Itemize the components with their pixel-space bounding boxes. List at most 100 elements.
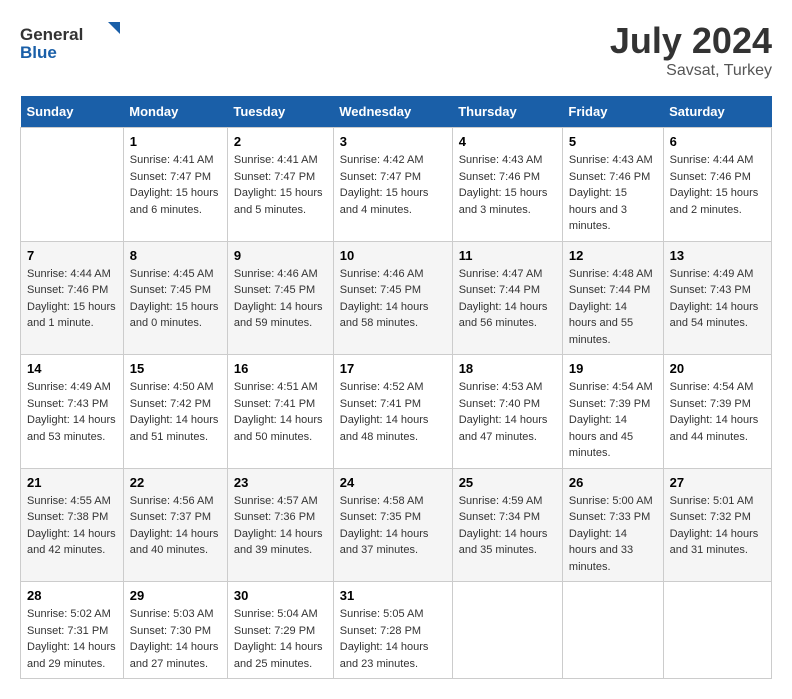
sunset-text: Sunset: 7:41 PM	[340, 398, 421, 410]
day-number: 22	[130, 475, 221, 490]
day-number: 8	[130, 248, 221, 263]
logo-svg: General Blue	[20, 20, 120, 65]
sunrise-text: Sunrise: 4:44 AM	[670, 154, 754, 166]
page-header: General Blue July 2024 Savsat, Turkey	[20, 20, 772, 80]
daylight-text: Daylight: 14 hours and 56 minutes.	[459, 301, 548, 330]
daylight-text: Daylight: 14 hours and 51 minutes.	[130, 414, 219, 443]
day-number: 15	[130, 361, 221, 376]
day-number: 2	[234, 134, 327, 149]
sunrise-text: Sunrise: 4:54 AM	[569, 381, 653, 393]
daylight-text: Daylight: 14 hours and 59 minutes.	[234, 301, 323, 330]
daylight-text: Daylight: 15 hours and 5 minutes.	[234, 187, 323, 216]
calendar-cell: 21 Sunrise: 4:55 AM Sunset: 7:38 PM Dayl…	[21, 468, 124, 582]
day-number: 4	[459, 134, 556, 149]
month-title: July 2024	[610, 20, 772, 62]
sunrise-text: Sunrise: 4:43 AM	[459, 154, 543, 166]
calendar-cell: 14 Sunrise: 4:49 AM Sunset: 7:43 PM Dayl…	[21, 355, 124, 469]
day-info: Sunrise: 4:54 AM Sunset: 7:39 PM Dayligh…	[670, 379, 765, 445]
day-number: 7	[27, 248, 117, 263]
day-info: Sunrise: 4:50 AM Sunset: 7:42 PM Dayligh…	[130, 379, 221, 445]
calendar-cell: 23 Sunrise: 4:57 AM Sunset: 7:36 PM Dayl…	[227, 468, 333, 582]
sunrise-text: Sunrise: 4:56 AM	[130, 495, 214, 507]
day-number: 20	[670, 361, 765, 376]
sunrise-text: Sunrise: 4:53 AM	[459, 381, 543, 393]
sunrise-text: Sunrise: 4:46 AM	[234, 268, 318, 280]
daylight-text: Daylight: 15 hours and 1 minute.	[27, 301, 116, 330]
day-info: Sunrise: 4:47 AM Sunset: 7:44 PM Dayligh…	[459, 266, 556, 332]
sunset-text: Sunset: 7:44 PM	[569, 284, 650, 296]
weekday-header: Thursday	[452, 96, 562, 128]
calendar-week-row: 21 Sunrise: 4:55 AM Sunset: 7:38 PM Dayl…	[21, 468, 772, 582]
sunrise-text: Sunrise: 4:42 AM	[340, 154, 424, 166]
day-info: Sunrise: 4:53 AM Sunset: 7:40 PM Dayligh…	[459, 379, 556, 445]
daylight-text: Daylight: 14 hours and 44 minutes.	[670, 414, 759, 443]
daylight-text: Daylight: 15 hours and 4 minutes.	[340, 187, 429, 216]
day-info: Sunrise: 4:44 AM Sunset: 7:46 PM Dayligh…	[670, 152, 765, 218]
sunset-text: Sunset: 7:45 PM	[340, 284, 421, 296]
calendar-cell: 18 Sunrise: 4:53 AM Sunset: 7:40 PM Dayl…	[452, 355, 562, 469]
sunset-text: Sunset: 7:44 PM	[459, 284, 540, 296]
sunrise-text: Sunrise: 4:50 AM	[130, 381, 214, 393]
calendar-cell: 3 Sunrise: 4:42 AM Sunset: 7:47 PM Dayli…	[333, 128, 452, 242]
daylight-text: Daylight: 14 hours and 23 minutes.	[340, 641, 429, 670]
calendar-week-row: 7 Sunrise: 4:44 AM Sunset: 7:46 PM Dayli…	[21, 241, 772, 355]
sunset-text: Sunset: 7:42 PM	[130, 398, 211, 410]
sunset-text: Sunset: 7:30 PM	[130, 625, 211, 637]
sunset-text: Sunset: 7:33 PM	[569, 511, 650, 523]
sunrise-text: Sunrise: 4:57 AM	[234, 495, 318, 507]
day-number: 16	[234, 361, 327, 376]
weekday-header: Friday	[562, 96, 663, 128]
sunrise-text: Sunrise: 4:41 AM	[130, 154, 214, 166]
calendar-cell: 7 Sunrise: 4:44 AM Sunset: 7:46 PM Dayli…	[21, 241, 124, 355]
day-info: Sunrise: 4:41 AM Sunset: 7:47 PM Dayligh…	[130, 152, 221, 218]
calendar-cell: 22 Sunrise: 4:56 AM Sunset: 7:37 PM Dayl…	[123, 468, 227, 582]
day-number: 11	[459, 248, 556, 263]
sunrise-text: Sunrise: 4:49 AM	[27, 381, 111, 393]
weekday-header: Wednesday	[333, 96, 452, 128]
calendar-cell: 2 Sunrise: 4:41 AM Sunset: 7:47 PM Dayli…	[227, 128, 333, 242]
day-info: Sunrise: 4:45 AM Sunset: 7:45 PM Dayligh…	[130, 266, 221, 332]
sunrise-text: Sunrise: 4:55 AM	[27, 495, 111, 507]
calendar-table: SundayMondayTuesdayWednesdayThursdayFrid…	[20, 96, 772, 679]
daylight-text: Daylight: 14 hours and 31 minutes.	[670, 528, 759, 557]
calendar-cell: 19 Sunrise: 4:54 AM Sunset: 7:39 PM Dayl…	[562, 355, 663, 469]
calendar-cell: 17 Sunrise: 4:52 AM Sunset: 7:41 PM Dayl…	[333, 355, 452, 469]
calendar-cell: 12 Sunrise: 4:48 AM Sunset: 7:44 PM Dayl…	[562, 241, 663, 355]
daylight-text: Daylight: 14 hours and 42 minutes.	[27, 528, 116, 557]
calendar-cell: 4 Sunrise: 4:43 AM Sunset: 7:46 PM Dayli…	[452, 128, 562, 242]
svg-text:General: General	[20, 25, 83, 44]
sunset-text: Sunset: 7:28 PM	[340, 625, 421, 637]
day-info: Sunrise: 4:48 AM Sunset: 7:44 PM Dayligh…	[569, 266, 657, 349]
sunrise-text: Sunrise: 5:02 AM	[27, 608, 111, 620]
sunrise-text: Sunrise: 5:04 AM	[234, 608, 318, 620]
sunrise-text: Sunrise: 5:00 AM	[569, 495, 653, 507]
sunset-text: Sunset: 7:40 PM	[459, 398, 540, 410]
calendar-cell	[452, 582, 562, 679]
daylight-text: Daylight: 14 hours and 53 minutes.	[27, 414, 116, 443]
calendar-cell: 29 Sunrise: 5:03 AM Sunset: 7:30 PM Dayl…	[123, 582, 227, 679]
calendar-cell	[21, 128, 124, 242]
day-info: Sunrise: 5:05 AM Sunset: 7:28 PM Dayligh…	[340, 606, 446, 672]
calendar-cell: 30 Sunrise: 5:04 AM Sunset: 7:29 PM Dayl…	[227, 582, 333, 679]
daylight-text: Daylight: 14 hours and 27 minutes.	[130, 641, 219, 670]
sunrise-text: Sunrise: 4:52 AM	[340, 381, 424, 393]
daylight-text: Daylight: 14 hours and 29 minutes.	[27, 641, 116, 670]
sunrise-text: Sunrise: 4:48 AM	[569, 268, 653, 280]
daylight-text: Daylight: 15 hours and 2 minutes.	[670, 187, 759, 216]
sunset-text: Sunset: 7:43 PM	[670, 284, 751, 296]
day-number: 30	[234, 588, 327, 603]
calendar-cell	[663, 582, 771, 679]
sunset-text: Sunset: 7:47 PM	[340, 171, 421, 183]
weekday-header: Saturday	[663, 96, 771, 128]
weekday-header: Tuesday	[227, 96, 333, 128]
day-info: Sunrise: 5:01 AM Sunset: 7:32 PM Dayligh…	[670, 493, 765, 559]
calendar-cell: 5 Sunrise: 4:43 AM Sunset: 7:46 PM Dayli…	[562, 128, 663, 242]
day-info: Sunrise: 5:00 AM Sunset: 7:33 PM Dayligh…	[569, 493, 657, 576]
sunrise-text: Sunrise: 4:49 AM	[670, 268, 754, 280]
sunset-text: Sunset: 7:47 PM	[130, 171, 211, 183]
logo: General Blue	[20, 20, 120, 65]
sunset-text: Sunset: 7:45 PM	[234, 284, 315, 296]
day-info: Sunrise: 4:52 AM Sunset: 7:41 PM Dayligh…	[340, 379, 446, 445]
daylight-text: Daylight: 14 hours and 40 minutes.	[130, 528, 219, 557]
calendar-cell: 15 Sunrise: 4:50 AM Sunset: 7:42 PM Dayl…	[123, 355, 227, 469]
